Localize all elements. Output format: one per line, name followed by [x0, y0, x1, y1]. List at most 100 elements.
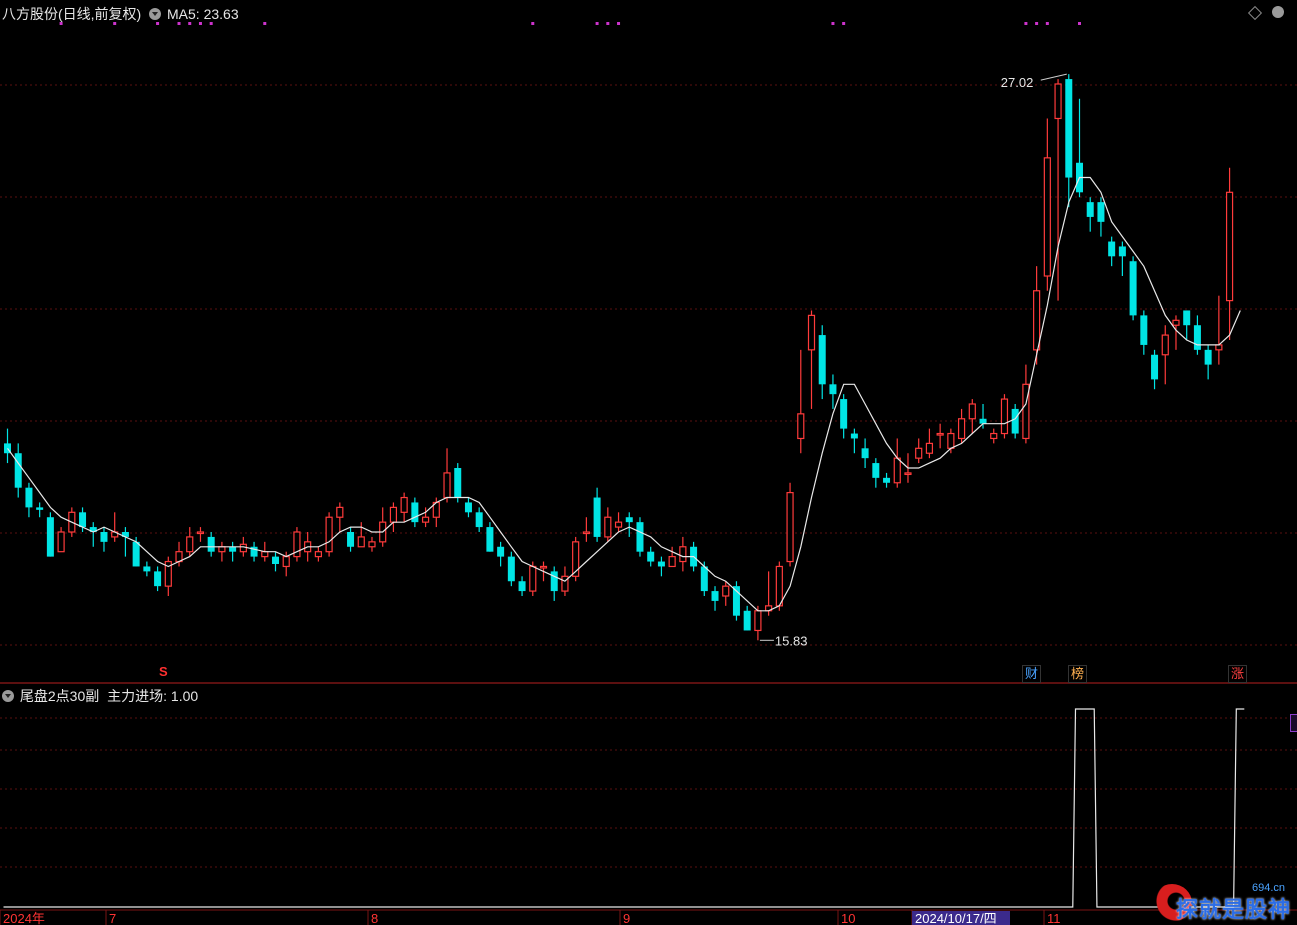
candle[interactable]	[1193, 315, 1201, 355]
candle[interactable]	[464, 497, 472, 518]
candle[interactable]	[400, 492, 408, 523]
candle[interactable]	[218, 541, 226, 562]
candle[interactable]	[1151, 349, 1159, 390]
candle[interactable]	[861, 438, 869, 468]
candle[interactable]	[507, 551, 515, 587]
candle[interactable]	[229, 541, 237, 562]
candle[interactable]	[1225, 167, 1234, 340]
candle[interactable]	[818, 325, 826, 400]
candle[interactable]	[207, 532, 215, 557]
candle[interactable]	[893, 438, 901, 488]
candle[interactable]	[797, 349, 805, 454]
candle[interactable]	[979, 404, 987, 429]
candle[interactable]	[1129, 256, 1137, 321]
candle[interactable]	[550, 566, 558, 601]
candle[interactable]	[143, 561, 151, 577]
candle[interactable]	[765, 571, 773, 616]
candle[interactable]	[475, 507, 483, 532]
candle[interactable]	[679, 536, 687, 572]
candle[interactable]	[807, 310, 816, 409]
right-edge-tab[interactable]	[1290, 714, 1297, 732]
candle[interactable]	[743, 605, 751, 631]
candle[interactable]	[593, 487, 601, 542]
candle[interactable]	[840, 394, 848, 439]
candle[interactable]	[1140, 310, 1148, 355]
candle[interactable]	[657, 556, 665, 577]
candle[interactable]	[925, 428, 934, 459]
candle[interactable]	[1054, 79, 1062, 301]
candle[interactable]	[1161, 325, 1169, 385]
candle[interactable]	[46, 512, 54, 557]
candlestick-chart[interactable]: 27.02 15.83 2024年 7 8 9 10 2024/10/17/四 11	[0, 0, 1297, 925]
indicator-title[interactable]: 尾盘2点30副	[20, 688, 99, 704]
candle[interactable]	[411, 497, 419, 528]
candle[interactable]	[1000, 394, 1009, 439]
candle[interactable]	[829, 374, 837, 409]
candle[interactable]	[883, 472, 891, 488]
candle[interactable]	[154, 566, 162, 592]
candle[interactable]	[14, 443, 22, 498]
candle[interactable]	[775, 561, 783, 611]
candle[interactable]	[1011, 404, 1019, 439]
candle[interactable]	[711, 586, 719, 611]
candle[interactable]	[272, 551, 279, 572]
chevron-down-icon[interactable]	[2, 690, 14, 702]
candle[interactable]	[1043, 118, 1051, 291]
candle[interactable]	[1108, 236, 1116, 267]
tag-cai[interactable]: 财	[1022, 665, 1042, 683]
candle[interactable]	[164, 556, 172, 596]
candle[interactable]	[722, 581, 730, 606]
candle[interactable]	[4, 428, 11, 464]
candle[interactable]	[614, 512, 623, 532]
candle[interactable]	[957, 408, 966, 444]
candle[interactable]	[293, 527, 301, 562]
candle[interactable]	[990, 428, 998, 444]
candle[interactable]	[872, 458, 880, 488]
candle[interactable]	[379, 507, 387, 547]
candle[interactable]	[121, 527, 129, 557]
candle[interactable]	[250, 541, 258, 562]
candle[interactable]	[915, 438, 923, 464]
candle[interactable]	[572, 536, 580, 582]
candle[interactable]	[314, 546, 322, 562]
candle[interactable]	[1183, 310, 1191, 340]
settings-circle-icon[interactable]	[1272, 6, 1284, 18]
candle[interactable]	[786, 482, 794, 567]
candle[interactable]	[111, 512, 119, 542]
candle[interactable]	[647, 546, 655, 567]
candle[interactable]	[636, 517, 644, 557]
candle[interactable]	[186, 527, 194, 557]
candle[interactable]	[1086, 197, 1094, 232]
candle[interactable]	[582, 517, 590, 542]
candle[interactable]	[100, 527, 108, 552]
candle[interactable]	[732, 581, 740, 621]
candle[interactable]	[454, 463, 462, 503]
stock-title[interactable]: 八方股份(日线,前复权)	[2, 6, 141, 22]
candle[interactable]	[443, 448, 451, 503]
candle[interactable]	[57, 527, 65, 553]
candle[interactable]	[604, 507, 612, 542]
candle[interactable]	[518, 576, 526, 596]
candle[interactable]	[1215, 295, 1223, 365]
candle[interactable]	[89, 522, 97, 547]
chevron-down-icon[interactable]	[149, 8, 162, 20]
candle[interactable]	[668, 546, 676, 568]
candle[interactable]	[968, 399, 976, 434]
candle[interactable]	[368, 536, 376, 552]
candle[interactable]	[357, 522, 365, 548]
candle[interactable]	[325, 512, 333, 557]
tag-bang[interactable]: 榜	[1068, 665, 1088, 683]
candle[interactable]	[36, 502, 44, 518]
candle[interactable]	[1204, 344, 1212, 380]
candle[interactable]	[936, 423, 944, 449]
candle[interactable]	[1033, 266, 1041, 365]
candle[interactable]	[336, 502, 344, 532]
candle[interactable]	[1065, 74, 1073, 208]
candle[interactable]	[1118, 241, 1126, 276]
candle[interactable]	[389, 502, 398, 532]
candle[interactable]	[347, 527, 355, 552]
candle[interactable]	[196, 527, 205, 542]
candle[interactable]	[497, 541, 505, 567]
candle[interactable]	[1097, 197, 1105, 237]
candle[interactable]	[25, 482, 33, 518]
